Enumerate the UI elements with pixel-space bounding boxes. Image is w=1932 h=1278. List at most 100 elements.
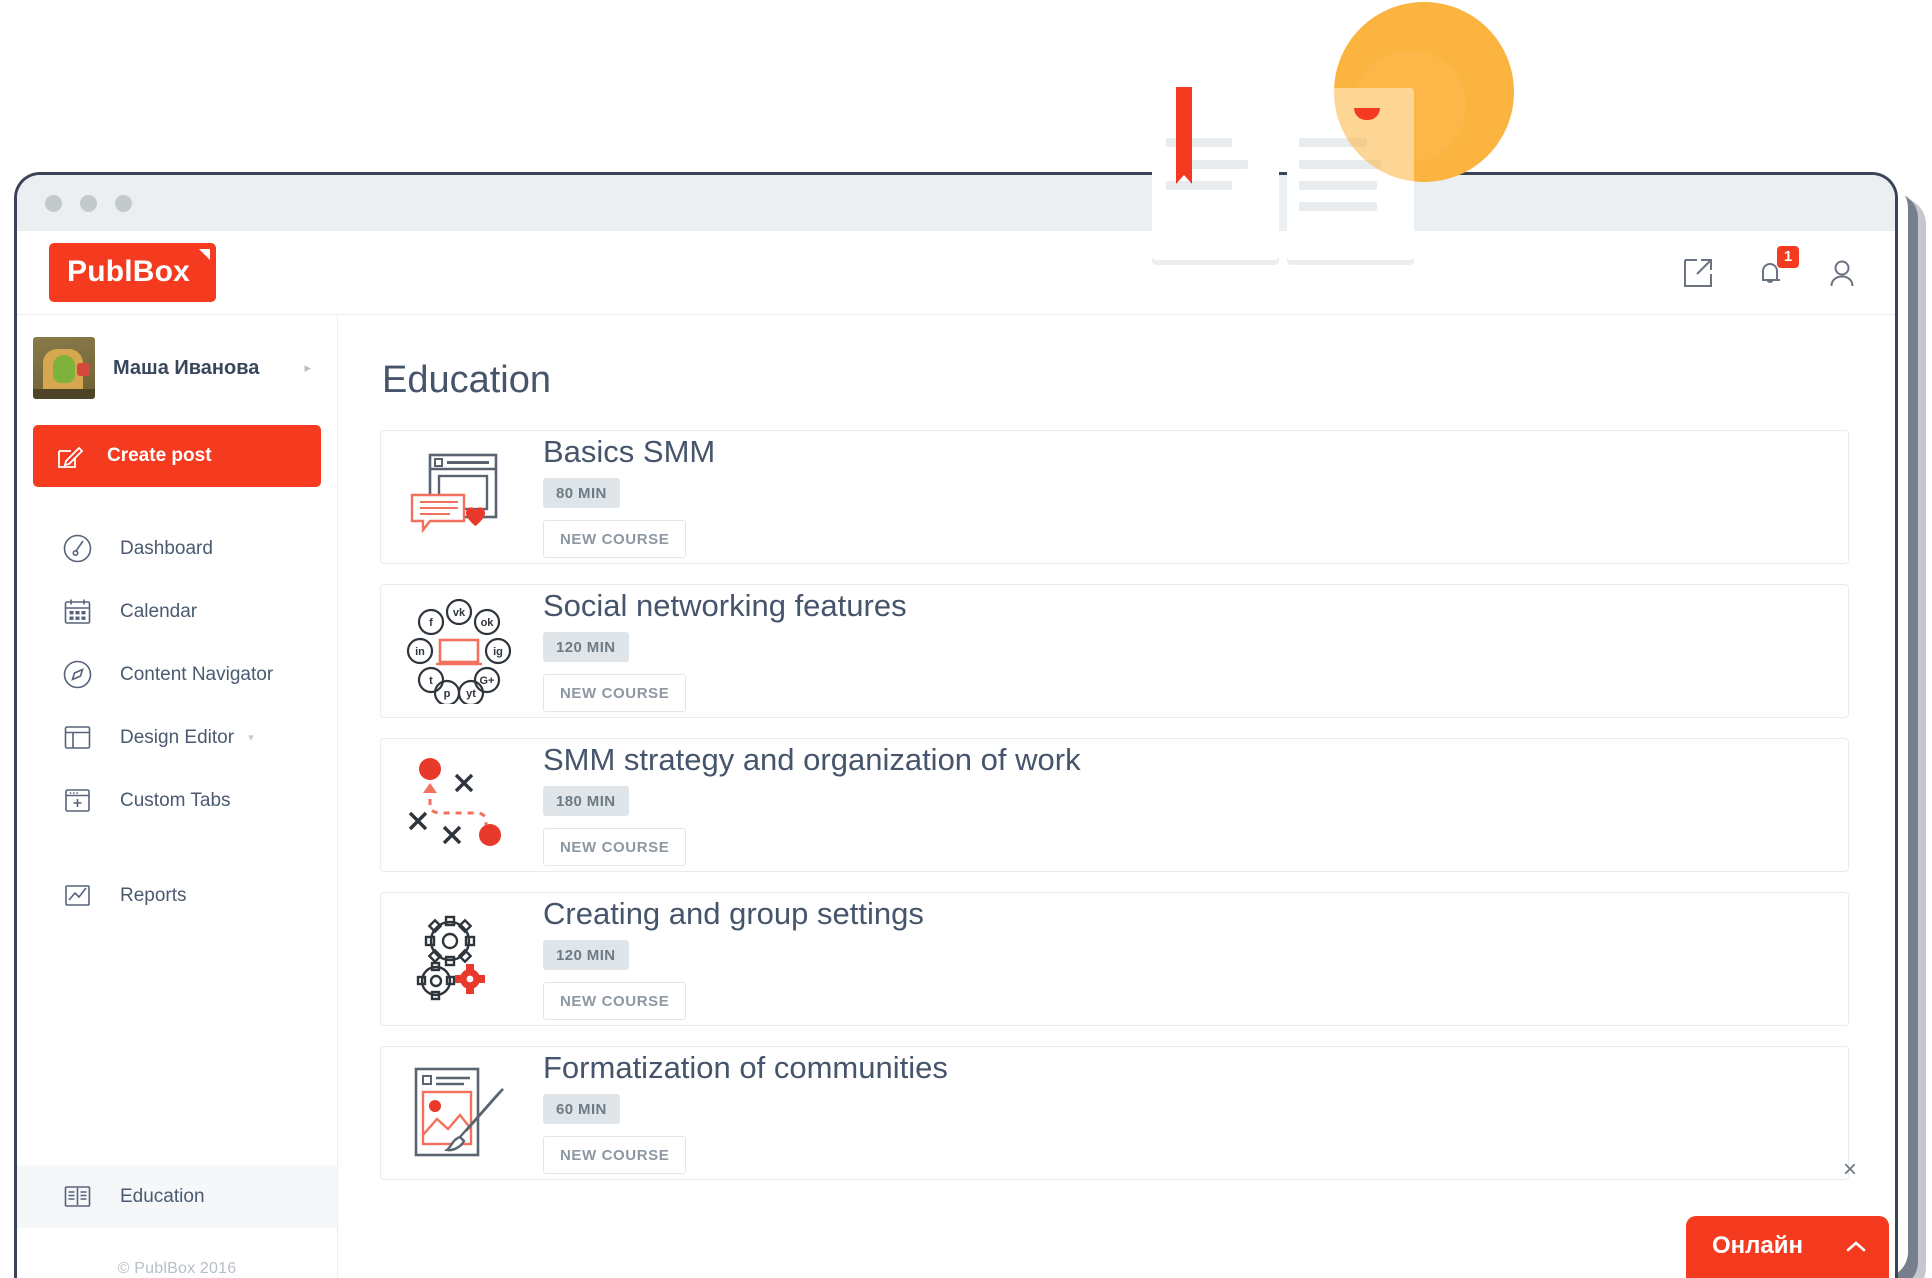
book-text-line: [1299, 160, 1381, 169]
header-icon-group: 1: [1681, 245, 1859, 290]
image-brush-icon: [381, 1061, 537, 1165]
book-text-line: [1299, 202, 1377, 211]
add-tab-icon: [61, 784, 94, 817]
course-card[interactable]: SMM strategy and organization of work 18…: [380, 738, 1849, 872]
nav-divider-gap: [17, 832, 337, 864]
book-text-line: [1299, 138, 1367, 147]
sidebar-item-dashboard[interactable]: Dashboard: [17, 517, 337, 580]
traffic-light-maximize[interactable]: [115, 194, 132, 212]
course-meta: 120 MIN NEW COURSE: [543, 632, 907, 713]
chart-line-icon: [61, 879, 94, 912]
browser-titlebar: [17, 175, 1895, 231]
svg-text:f: f: [429, 617, 433, 629]
sidebar-item-label: Reports: [120, 884, 187, 906]
course-title: SMM strategy and organization of work: [543, 741, 1081, 777]
course-body: Formatization of communities 60 MIN NEW …: [537, 1049, 948, 1175]
sidebar-item-education[interactable]: Education: [17, 1165, 337, 1228]
pencil-square-icon: [55, 441, 85, 471]
external-link-icon[interactable]: [1681, 256, 1715, 290]
compass-icon: [61, 658, 94, 691]
chevron-up-icon[interactable]: [1845, 1239, 1867, 1253]
book-text-line: [1299, 181, 1377, 190]
browser-window: PublBox 1 Маша Иванова ▸ Create post Das…: [14, 172, 1898, 1278]
sidebar-item-calendar[interactable]: Calendar: [17, 580, 337, 643]
course-card[interactable]: Formatization of communities 60 MIN NEW …: [380, 1046, 1849, 1180]
course-body: SMM strategy and organization of work 18…: [537, 741, 1081, 867]
notification-badge: 1: [1777, 245, 1799, 268]
course-duration-badge: 120 MIN: [543, 632, 629, 663]
svg-text:ok: ok: [481, 617, 495, 629]
publbox-logo[interactable]: PublBox: [49, 243, 217, 302]
new-course-button[interactable]: NEW COURSE: [543, 828, 687, 867]
chat-close-icon[interactable]: ×: [1843, 1158, 1857, 1182]
bell-icon[interactable]: 1: [1753, 245, 1799, 290]
svg-text:in: in: [415, 646, 425, 658]
create-post-label: Create post: [107, 445, 212, 466]
open-book-with-sun-illustration: [1152, 0, 1532, 290]
svg-text:yt: yt: [466, 688, 476, 700]
open-book-icon: [61, 1180, 94, 1213]
course-body: Social networking features 120 MIN NEW C…: [537, 587, 907, 713]
profile-row[interactable]: Маша Иванова ▸: [17, 315, 337, 417]
logo-text: PublBox: [67, 255, 191, 288]
avatar-frog: [53, 355, 75, 383]
sidebar-item-label: Dashboard: [120, 537, 213, 559]
book-page-right: [1287, 88, 1414, 260]
sidebar-item-reports[interactable]: Reports: [17, 864, 337, 927]
traffic-light-close[interactable]: [45, 194, 62, 212]
course-body: Creating and group settings 120 MIN NEW …: [537, 895, 924, 1021]
book-page-left: [1152, 87, 1279, 260]
book-text-line: [1184, 160, 1248, 169]
course-title: Social networking features: [543, 587, 907, 623]
layout-icon: [61, 721, 94, 754]
svg-text:G+: G+: [480, 675, 495, 687]
course-duration-badge: 80 MIN: [543, 478, 620, 509]
gauge-icon: [61, 532, 94, 565]
main-content: Education Basics SMM 80 MIN NEW COURSE v…: [338, 315, 1895, 1278]
sidebar: Маша Иванова ▸ Create post Dashboard Cal…: [17, 315, 338, 1278]
course-card[interactable]: vk f ok in ig t G+ p yt Social networkin…: [380, 584, 1849, 718]
course-meta: 120 MIN NEW COURSE: [543, 940, 924, 1021]
sidebar-item-label: Calendar: [120, 600, 198, 622]
traffic-light-minimize[interactable]: [80, 194, 97, 212]
avatar-teapot: [77, 363, 90, 376]
chevron-down-icon[interactable]: ▾: [248, 731, 254, 744]
calendar-icon: [61, 595, 94, 628]
sidebar-item-content-navigator[interactable]: Content Navigator: [17, 643, 337, 706]
chat-online-label: Онлайн: [1711, 1232, 1803, 1259]
gears-icon: [381, 909, 537, 1009]
course-title: Formatization of communities: [543, 1049, 948, 1085]
new-course-button[interactable]: NEW COURSE: [543, 982, 687, 1021]
new-course-button[interactable]: NEW COURSE: [543, 674, 687, 713]
new-course-button[interactable]: NEW COURSE: [543, 1136, 687, 1175]
sidebar-copyright: © PublBox 2016: [117, 1260, 237, 1277]
app-body: Маша Иванова ▸ Create post Dashboard Cal…: [17, 315, 1895, 1278]
new-course-button[interactable]: NEW COURSE: [543, 520, 687, 559]
svg-text:ig: ig: [493, 646, 503, 658]
course-title: Creating and group settings: [543, 895, 924, 931]
sidebar-item-design-editor[interactable]: Design Editor ▾: [17, 706, 337, 769]
course-duration-badge: 120 MIN: [543, 940, 629, 971]
sidebar-item-label: Content Navigator: [120, 663, 274, 685]
sidebar-item-custom-tabs[interactable]: Custom Tabs: [17, 769, 337, 832]
sidebar-item-label: Custom Tabs: [120, 789, 231, 811]
strategy-playbook-icon: [381, 755, 537, 855]
svg-text:p: p: [444, 688, 451, 700]
sidebar-item-label: Education: [120, 1185, 205, 1207]
sidebar-item-label: Design Editor: [120, 726, 235, 748]
course-card[interactable]: Creating and group settings 120 MIN NEW …: [380, 892, 1849, 1026]
course-title: Basics SMM: [543, 433, 716, 469]
chat-online-button[interactable]: Онлайн: [1685, 1216, 1889, 1278]
sidebar-nav: Dashboard Calendar Content Navigator Des…: [17, 517, 337, 927]
browser-comment-heart-icon: [381, 447, 537, 547]
avatar: [33, 337, 95, 399]
create-post-button[interactable]: Create post: [33, 425, 321, 487]
user-icon[interactable]: [1825, 256, 1859, 290]
profile-caret-icon[interactable]: ▸: [304, 360, 311, 376]
screenshot-stage: PublBox 1 Маша Иванова ▸ Create post Das…: [0, 0, 1932, 1278]
app-header: PublBox 1: [17, 231, 1895, 315]
course-meta: 80 MIN NEW COURSE: [543, 478, 715, 559]
svg-text:vk: vk: [453, 607, 466, 619]
course-card[interactable]: Basics SMM 80 MIN NEW COURSE: [380, 430, 1849, 564]
course-duration-badge: 180 MIN: [543, 786, 629, 817]
